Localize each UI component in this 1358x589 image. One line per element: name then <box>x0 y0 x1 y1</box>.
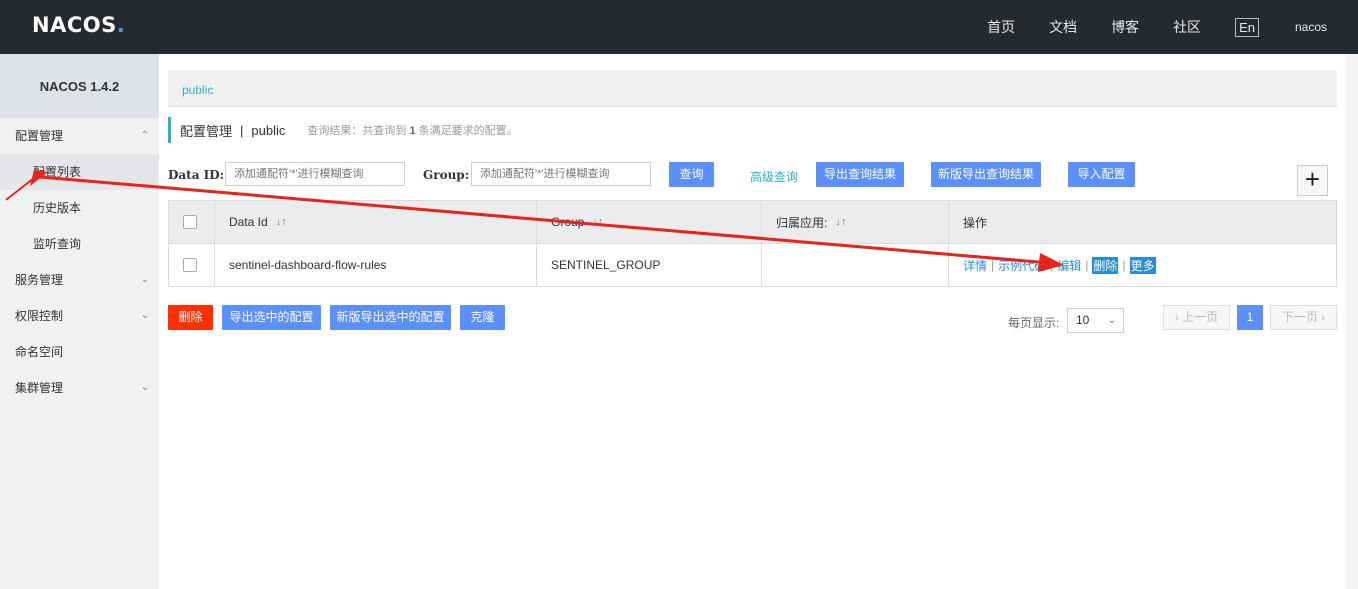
sidebar-item-namespace[interactable]: 命名空间 <box>0 334 159 370</box>
nav-home[interactable]: 首页 <box>987 17 1015 37</box>
nav-blog[interactable]: 博客 <box>1111 17 1139 37</box>
header-dataid[interactable]: Data Id ↓↑ <box>215 201 537 243</box>
top-nav: 首页 文档 博客 社区 En nacos <box>987 0 1358 54</box>
header-group[interactable]: Group ↓↑ <box>537 201 762 243</box>
header-ops: 操作 <box>963 215 988 230</box>
config-table: Data Id ↓↑ Group ↓↑ 归属应用: ↓↑ 操作 sentinel-da… <box>168 200 1337 287</box>
header-app[interactable]: 归属应用: ↓↑ <box>762 201 949 243</box>
sort-icon[interactable]: ↓↑ <box>592 216 603 228</box>
chevron-down-icon: ⌄ <box>140 382 149 393</box>
page-size-label: 每页显示: <box>1008 316 1060 330</box>
select-all-checkbox[interactable] <box>183 215 197 229</box>
prev-page-button[interactable]: ‹ 上一页 <box>1163 305 1230 330</box>
delete-button[interactable]: 删除 <box>168 305 213 330</box>
sidebar-item-config-list[interactable]: 配置列表 <box>0 154 159 190</box>
cell-dataid: sentinel-dashboard-flow-rules <box>215 244 537 286</box>
title-separator: | <box>240 122 244 138</box>
sort-icon[interactable]: ↓↑ <box>835 216 846 228</box>
chevron-up-icon: ⌃ <box>140 130 149 141</box>
sidebar-item-label: 配置管理 <box>15 129 64 143</box>
sidebar-item-label: 服务管理 <box>15 273 64 287</box>
group-label: Group: <box>423 168 470 182</box>
page-title: 配置管理 | public 查询结果：共查询到 1 条满足要求的配置。 <box>168 117 518 143</box>
op-detail-link[interactable]: 详情 <box>963 257 987 274</box>
dataid-input[interactable] <box>225 162 405 186</box>
chevron-down-icon: ⌄ <box>140 310 149 321</box>
next-page-button[interactable]: 下一页 › <box>1270 305 1337 330</box>
header-checkbox-cell <box>169 201 215 243</box>
scrollbar[interactable] <box>1346 54 1358 589</box>
clone-button[interactable]: 克隆 <box>460 305 505 330</box>
export-selected-button[interactable]: 导出选中的配置 <box>222 305 321 330</box>
sidebar: NACOS 1.4.2 配置管理 ⌃ 配置列表 历史版本 监听查询 服务管理 ⌄… <box>0 54 159 589</box>
sidebar-item-label: 配置列表 <box>33 165 82 179</box>
sidebar-item-label: 命名空间 <box>15 345 64 359</box>
user-name[interactable]: nacos <box>1295 20 1327 34</box>
import-config-button[interactable]: 导入配置 <box>1068 162 1135 187</box>
table-row: sentinel-dashboard-flow-rules SENTINEL_G… <box>169 244 1336 286</box>
row-checkbox[interactable] <box>183 258 197 272</box>
export-results-new-button[interactable]: 新版导出查询结果 <box>931 162 1041 187</box>
title-namespace: public <box>251 122 286 138</box>
search-button[interactable]: 查询 <box>669 162 714 187</box>
op-sample-code-link[interactable]: 示例代码 <box>998 257 1046 274</box>
group-input[interactable] <box>471 162 651 186</box>
sidebar-item-label: 集群管理 <box>15 381 64 395</box>
sidebar-item-listener-query[interactable]: 监听查询 <box>0 226 159 262</box>
sidebar-item-cluster-management[interactable]: 集群管理 ⌄ <box>0 370 159 406</box>
chevron-down-icon: ⌄ <box>1107 315 1116 326</box>
op-delete-link[interactable]: 删除 <box>1092 256 1119 274</box>
sidebar-item-access-control[interactable]: 权限控制 ⌄ <box>0 298 159 334</box>
cell-group: SENTINEL_GROUP <box>537 244 762 286</box>
chevron-left-icon: ‹ <box>1174 310 1179 324</box>
advanced-search-link[interactable]: 高级查询 <box>750 168 798 185</box>
nacos-logo[interactable]: NACOS. <box>32 13 125 37</box>
nav-docs[interactable]: 文档 <box>1049 17 1077 37</box>
language-toggle[interactable]: En <box>1235 17 1259 37</box>
version-label: NACOS 1.4.2 <box>0 54 159 118</box>
sidebar-item-label: 监听查询 <box>33 237 82 251</box>
add-config-button[interactable]: + <box>1297 165 1328 196</box>
cell-ops: 详情 | 示例代码 | 编辑 | 删除 | 更多 <box>963 256 1156 274</box>
namespace-public-link[interactable]: public <box>182 83 213 97</box>
top-bar: NACOS. 首页 文档 博客 社区 En nacos <box>0 0 1358 54</box>
nav-community[interactable]: 社区 <box>1173 17 1201 37</box>
chevron-down-icon: ⌄ <box>140 274 149 285</box>
page-title-text: 配置管理 <box>180 123 233 139</box>
dataid-label: Data ID: <box>168 168 225 182</box>
op-more-link[interactable]: 更多 <box>1129 256 1156 274</box>
page-number-button[interactable]: 1 <box>1237 305 1263 330</box>
sort-icon[interactable]: ↓↑ <box>276 216 287 228</box>
query-result-info: 查询结果：共查询到 1 条满足要求的配置。 <box>307 125 518 137</box>
sidebar-item-label: 权限控制 <box>15 309 64 323</box>
sidebar-item-service-management[interactable]: 服务管理 ⌄ <box>0 262 159 298</box>
namespace-bar: public <box>168 70 1337 107</box>
table-header: Data Id ↓↑ Group ↓↑ 归属应用: ↓↑ 操作 <box>169 201 1336 244</box>
row-checkbox-cell <box>169 244 215 286</box>
export-results-button[interactable]: 导出查询结果 <box>816 162 904 187</box>
sidebar-item-history[interactable]: 历史版本 <box>0 190 159 226</box>
cell-app <box>762 244 949 286</box>
sidebar-item-config-management[interactable]: 配置管理 ⌃ <box>0 118 159 154</box>
sidebar-item-label: 历史版本 <box>33 201 82 215</box>
page-size-select[interactable]: 10 ⌄ <box>1067 308 1124 333</box>
chevron-right-icon: › <box>1321 310 1326 324</box>
op-edit-link[interactable]: 编辑 <box>1057 257 1081 274</box>
export-selected-new-button[interactable]: 新版导出选中的配置 <box>330 305 451 330</box>
